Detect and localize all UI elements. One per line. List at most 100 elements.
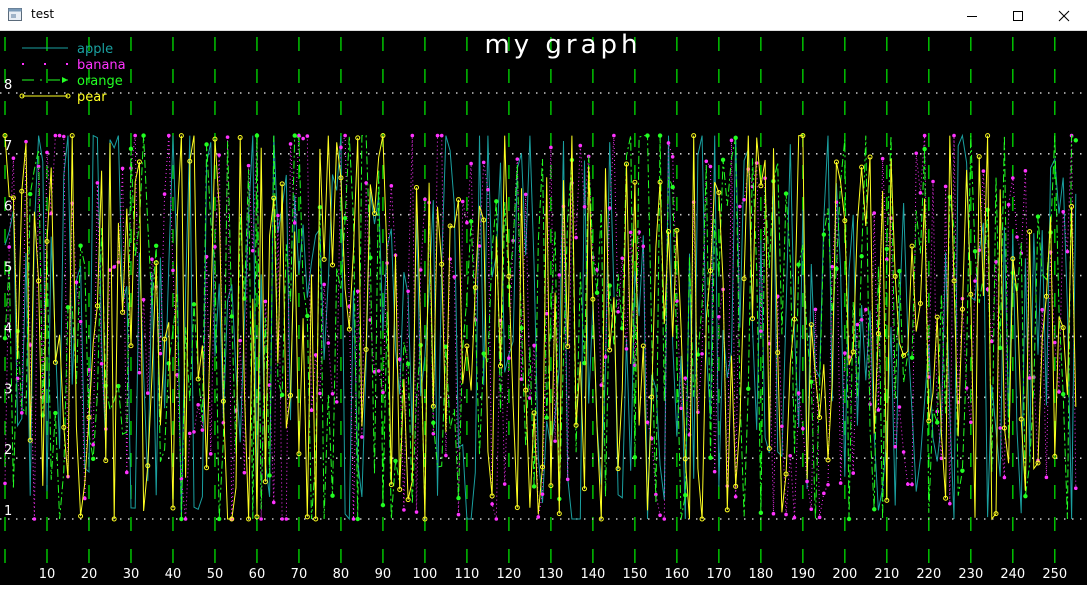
data-point — [305, 313, 310, 319]
data-point — [469, 161, 473, 166]
data-point — [1044, 475, 1049, 480]
data-point — [82, 496, 87, 501]
minimize-button[interactable] — [949, 0, 995, 31]
data-point — [423, 197, 427, 202]
data-point — [998, 426, 1003, 430]
data-point — [796, 391, 801, 395]
data-point — [360, 435, 364, 439]
data-point — [864, 307, 868, 312]
data-point — [242, 470, 247, 475]
data-point — [742, 197, 746, 202]
data-point — [1040, 307, 1045, 312]
data-point — [393, 458, 398, 464]
data-point — [322, 282, 326, 287]
data-point — [771, 511, 776, 516]
data-point — [27, 191, 33, 197]
chart-title: my graph — [484, 31, 641, 60]
data-point — [645, 420, 650, 425]
data-point — [279, 392, 285, 398]
data-point — [288, 142, 293, 146]
data-point — [780, 424, 784, 429]
data-point — [405, 361, 411, 367]
data-point — [578, 143, 583, 148]
data-point — [1053, 340, 1057, 345]
data-point — [846, 516, 852, 522]
data-point — [507, 356, 511, 360]
data-point — [859, 317, 864, 322]
data-point — [704, 159, 709, 164]
data-point — [754, 161, 759, 165]
data-point — [339, 145, 343, 150]
data-point — [1057, 390, 1061, 394]
x-tick-label: 40 — [165, 567, 182, 582]
data-point — [805, 479, 809, 484]
data-point — [540, 492, 545, 496]
x-tick-label: 10 — [39, 567, 56, 582]
data-point — [343, 133, 347, 138]
data-point — [909, 355, 915, 360]
minimize-icon — [967, 15, 977, 17]
data-point — [355, 289, 360, 294]
data-point — [628, 230, 633, 235]
data-point — [906, 482, 910, 486]
data-point — [171, 268, 175, 273]
data-point — [1023, 169, 1028, 173]
data-point — [53, 133, 58, 138]
data-point — [74, 280, 79, 285]
data-point — [267, 473, 272, 478]
data-point — [557, 273, 562, 277]
data-point — [918, 191, 923, 195]
data-point — [859, 254, 864, 259]
data-point — [973, 279, 977, 283]
data-point — [683, 493, 688, 498]
data-point — [717, 315, 721, 319]
x-tick-label: 170 — [706, 567, 731, 582]
data-point — [456, 495, 461, 501]
x-tick-label: 150 — [622, 567, 647, 582]
data-point — [397, 357, 402, 362]
data-point — [616, 309, 620, 314]
data-point — [549, 145, 553, 150]
data-point — [1023, 493, 1028, 499]
data-point — [670, 154, 675, 159]
data-point — [624, 347, 629, 351]
y-tick-label: 8 — [4, 78, 12, 93]
data-point — [544, 415, 549, 420]
data-point — [658, 513, 662, 518]
data-point — [712, 469, 717, 474]
data-point — [758, 510, 764, 516]
data-point — [45, 150, 49, 155]
maximize-button[interactable] — [995, 0, 1041, 31]
data-point — [1065, 249, 1070, 254]
data-point — [301, 136, 305, 141]
data-point — [523, 192, 528, 197]
data-point — [670, 184, 675, 190]
data-point — [494, 517, 499, 521]
data-point — [720, 157, 726, 163]
data-point — [1061, 391, 1066, 397]
maximize-icon — [1013, 10, 1023, 21]
data-point — [574, 235, 578, 240]
close-button[interactable] — [1041, 0, 1087, 31]
close-icon — [1058, 10, 1070, 21]
data-point — [330, 391, 335, 396]
data-point — [822, 491, 826, 496]
data-point — [788, 453, 793, 458]
x-tick-label: 50 — [207, 567, 224, 582]
data-point — [276, 213, 280, 218]
data-point — [53, 410, 58, 416]
x-tick-label: 220 — [916, 567, 941, 582]
data-point — [696, 410, 700, 414]
data-point — [981, 169, 986, 173]
x-tick-label: 30 — [123, 567, 140, 582]
data-point — [95, 181, 100, 185]
data-point — [24, 139, 28, 144]
data-point — [439, 133, 444, 138]
data-point — [657, 133, 663, 138]
data-point — [834, 266, 839, 271]
data-point — [801, 426, 805, 431]
data-point — [872, 507, 877, 512]
data-point — [1073, 138, 1079, 143]
data-point — [884, 246, 890, 252]
legend-label: banana — [77, 58, 126, 73]
